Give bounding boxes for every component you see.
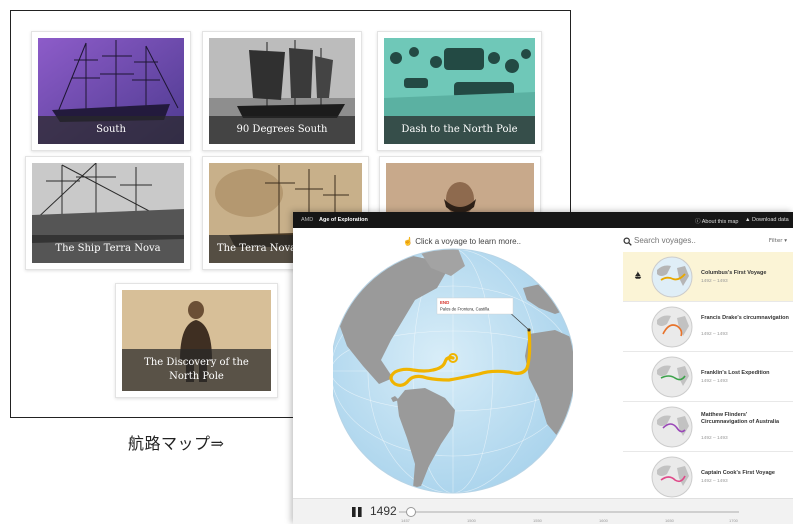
timeline-track[interactable] bbox=[399, 511, 739, 513]
voyage-name: Matthew Flinders' Circumnavigation of Au… bbox=[701, 412, 780, 426]
card-title: The Ship Terra Nova bbox=[32, 235, 184, 263]
card-image: 90 Degrees South bbox=[209, 38, 355, 144]
pause-icon[interactable] bbox=[351, 506, 363, 518]
card-image: South bbox=[38, 38, 184, 144]
download-icon: ▲ bbox=[745, 217, 751, 223]
voyage-thumbnail bbox=[651, 356, 693, 398]
card-title: 90 Degrees South bbox=[209, 116, 355, 144]
gallery-card[interactable]: South bbox=[31, 31, 191, 151]
map-label-place: Palos de Frontera, Castilla bbox=[440, 307, 490, 312]
timeline-tick: 1600 bbox=[599, 518, 608, 523]
voyage-name: Columbus's First Voyage bbox=[701, 270, 767, 276]
timeline-tick: 1457 bbox=[401, 518, 410, 523]
download-link[interactable]: ▲ Download data bbox=[745, 217, 789, 223]
filter-dropdown[interactable]: Filter ▾ bbox=[769, 238, 787, 244]
timeline-tick: 1500 bbox=[467, 518, 476, 523]
globe-map[interactable]: END Palos de Frontera, Castilla bbox=[330, 248, 576, 502]
card-title: The Discovery of the North Pole bbox=[122, 349, 271, 391]
card-title: Dash to the North Pole bbox=[384, 116, 535, 144]
timeline-tick: 1650 bbox=[665, 518, 674, 523]
card-image: The Discovery of the North Pole bbox=[122, 290, 271, 391]
voyage-item[interactable]: Captain Cook's First Voyage 1492 – 1493 bbox=[623, 452, 793, 502]
app-title: Age of Exploration bbox=[319, 217, 368, 223]
voyage-name: Francis Drake's circumnavigation bbox=[701, 315, 789, 321]
timeline-slider-handle[interactable] bbox=[406, 507, 416, 517]
about-link[interactable]: ⓘ About this map bbox=[695, 217, 738, 225]
map-prompt: ☝ Click a voyage to learn more.. bbox=[403, 237, 521, 246]
card-title: South bbox=[38, 116, 184, 144]
voyage-item[interactable]: Franklin's Lost Expedition 1492 – 1493 bbox=[623, 352, 793, 402]
voyage-item[interactable]: Columbus's First Voyage 1492 – 1493 bbox=[623, 252, 793, 302]
download-label: Download data bbox=[751, 217, 789, 223]
voyage-item[interactable]: Francis Drake's circumnavigation 1492 – … bbox=[623, 302, 793, 352]
app-header: AMD Age of Exploration ⓘ About this map … bbox=[293, 212, 793, 228]
gallery-card[interactable]: The Ship Terra Nova bbox=[25, 156, 191, 270]
prompt-text: Click a voyage to learn more.. bbox=[415, 237, 522, 246]
voyage-years: 1492 – 1493 bbox=[701, 479, 728, 484]
map-label-tag: END bbox=[440, 300, 449, 305]
timeline-tick: 1700 bbox=[729, 518, 738, 523]
current-year: 1492 bbox=[370, 504, 397, 518]
voyage-search: Filter ▾ bbox=[623, 232, 793, 250]
map-link-caption: 航路マップ⇒ bbox=[128, 434, 225, 453]
voyage-thumbnail bbox=[651, 406, 693, 448]
gallery-card[interactable]: The Discovery of the North Pole bbox=[115, 283, 278, 398]
voyage-years: 1492 – 1493 bbox=[701, 279, 728, 284]
card-image: Dash to the North Pole bbox=[384, 38, 535, 144]
voyage-thumbnail bbox=[651, 456, 693, 498]
voyage-years: 1492 – 1493 bbox=[701, 379, 728, 384]
search-icon bbox=[623, 237, 632, 246]
voyage-thumbnail bbox=[651, 256, 693, 298]
pointer-icon: ☝ bbox=[403, 237, 413, 246]
chevron-down-icon: ▾ bbox=[784, 238, 787, 244]
card-image: The Ship Terra Nova bbox=[32, 163, 184, 263]
search-input[interactable] bbox=[634, 236, 744, 245]
about-label: About this map bbox=[701, 219, 739, 225]
voyage-list: Columbus's First Voyage 1492 – 1493 Fran… bbox=[623, 252, 793, 502]
gallery-card[interactable]: 90 Degrees South bbox=[202, 31, 362, 151]
filter-label: Filter bbox=[768, 238, 783, 244]
ship-icon bbox=[634, 271, 642, 279]
voyage-years: 1492 – 1493 bbox=[701, 332, 728, 337]
info-icon: ⓘ bbox=[695, 219, 701, 225]
timeline-bar: 1492 1457 1500 1550 1600 1650 1700 bbox=[293, 498, 793, 524]
voyage-years: 1492 – 1493 bbox=[701, 436, 728, 441]
voyage-name: Captain Cook's First Voyage bbox=[701, 470, 775, 476]
voyage-item[interactable]: Matthew Flinders' Circumnavigation of Au… bbox=[623, 402, 793, 452]
voyage-name: Franklin's Lost Expedition bbox=[701, 370, 770, 376]
voyage-thumbnail bbox=[651, 306, 693, 348]
voyage-map-app: AMD Age of Exploration ⓘ About this map … bbox=[293, 212, 793, 524]
timeline-tick: 1550 bbox=[533, 518, 542, 523]
gallery-card[interactable]: Dash to the North Pole bbox=[377, 31, 542, 151]
brand-label: AMD bbox=[301, 217, 314, 223]
